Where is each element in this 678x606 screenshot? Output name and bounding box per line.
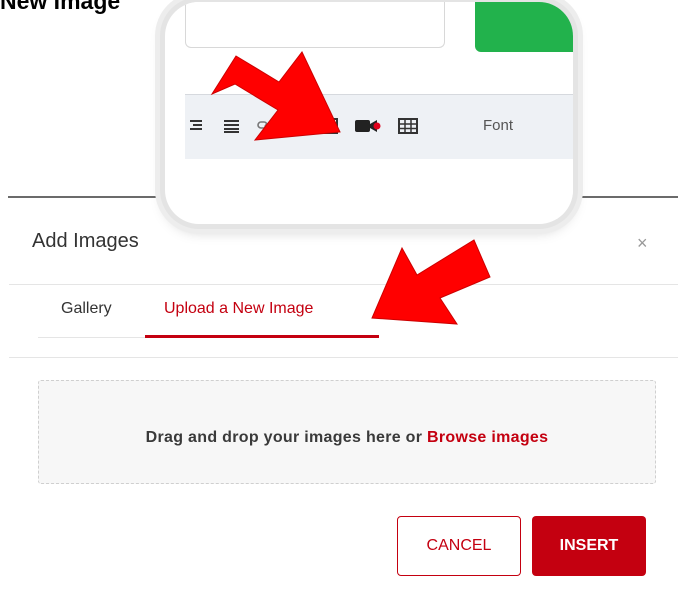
annotation-arrows [210, 51, 491, 325]
arrow-to-upload-tab [371, 239, 491, 325]
arrow-to-image-icon [210, 51, 341, 141]
